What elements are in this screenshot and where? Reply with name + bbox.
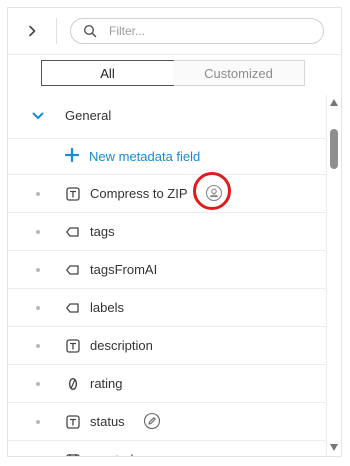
drag-handle[interactable] — [36, 268, 40, 272]
chevron-down-icon[interactable] — [31, 109, 45, 123]
drag-handle[interactable] — [36, 230, 40, 234]
view-tabs: All Customized — [41, 60, 305, 86]
field-row[interactable]: Compress to ZIP — [8, 172, 326, 213]
field-label: tags — [90, 224, 115, 239]
field-label: description — [90, 338, 153, 353]
field-label: labels — [90, 300, 124, 315]
group-general[interactable]: General — [8, 95, 326, 139]
filter-input[interactable] — [107, 23, 311, 39]
metadata-panel: All Customized General New metadata fiel… — [7, 7, 342, 457]
chevron-right-icon — [29, 25, 36, 37]
field-label: rating — [90, 376, 123, 391]
tag-icon — [66, 227, 79, 237]
field-label: created — [90, 452, 133, 456]
field-label: tagsFromAI — [90, 262, 158, 277]
field-row[interactable]: description — [8, 327, 326, 365]
group-label: General — [65, 108, 112, 123]
field-label: Compress to ZIP — [90, 186, 188, 201]
field-row[interactable]: created — [8, 441, 326, 456]
field-row[interactable]: status — [8, 403, 326, 441]
tab-all[interactable]: All — [41, 60, 174, 86]
scroll-down-arrow-icon[interactable] — [330, 444, 338, 451]
text-field-icon — [66, 415, 80, 429]
field-row[interactable]: tags — [8, 213, 326, 251]
tab-customized[interactable]: Customized — [173, 61, 304, 85]
text-field-icon — [66, 187, 80, 201]
field-label: status — [90, 414, 125, 429]
scroll-up-arrow-icon[interactable] — [330, 99, 338, 106]
drag-handle[interactable] — [36, 344, 40, 348]
field-row[interactable]: rating — [8, 365, 326, 403]
plus-icon — [65, 148, 79, 162]
field-row[interactable]: labels — [8, 289, 326, 327]
drag-handle[interactable] — [36, 420, 40, 424]
panel-header — [8, 8, 341, 55]
tag-icon — [66, 303, 79, 313]
expand-panel-button[interactable] — [22, 21, 42, 41]
drag-handle[interactable] — [36, 192, 40, 196]
scroll-thumb[interactable] — [330, 129, 338, 169]
search-icon — [81, 22, 99, 40]
filter-box[interactable] — [70, 18, 324, 44]
text-field-icon — [66, 339, 80, 353]
tag-icon — [66, 265, 79, 275]
header-divider — [56, 18, 57, 44]
list-scrollbar[interactable] — [326, 95, 341, 456]
field-row[interactable]: tagsFromAI — [8, 251, 326, 289]
drag-handle[interactable] — [36, 382, 40, 386]
drag-handle[interactable] — [36, 306, 40, 310]
calendar-icon — [66, 454, 80, 456]
metadata-field-list: General New metadata field Compress to Z… — [8, 95, 326, 456]
new-metadata-field-button[interactable]: New metadata field — [8, 139, 326, 175]
highlight-circle — [193, 172, 231, 210]
edit-icon — [143, 412, 161, 430]
new-metadata-field-label[interactable]: New metadata field — [89, 149, 200, 164]
number-icon — [68, 377, 78, 391]
